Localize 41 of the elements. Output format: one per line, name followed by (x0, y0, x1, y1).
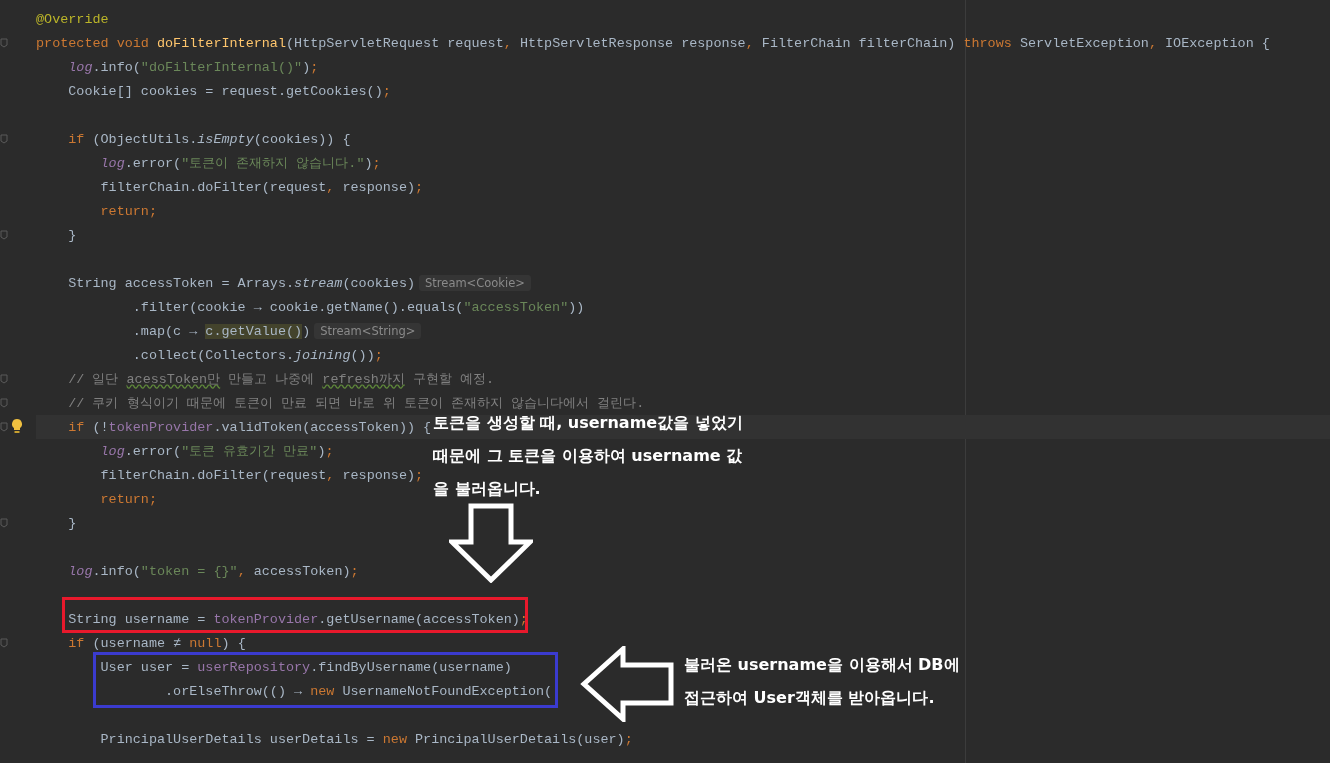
annotation-text: 접근하여 User객체를 받아옵니다. (684, 687, 935, 709)
inlay-hint: Stream<Cookie> (419, 275, 531, 291)
code-line: } (67, 227, 77, 243)
code-line: log.info("doFilterInternal()"); (67, 59, 319, 75)
annotation-text: 때문에 그 토큰을 이용하여 username 값 (433, 445, 743, 467)
code-line: protected void doFilterInternal(HttpServletRequest request, HttpServletResponse response, FilterChain filterChain) throws ServletException, IOException { (36, 35, 1270, 51)
code-line: return; (99, 203, 157, 219)
code-line: Cookie[] cookies = request.getCookies(); (67, 83, 391, 99)
code-line: log.error("토큰이 존재하지 않습니다."); (99, 155, 381, 172)
fold-marker-icon[interactable] (0, 518, 8, 528)
code-line: // 쿠키 형식이기 때문에 토큰이 만료 되면 바로 위 토큰이 존재하지 않습니다에서 걸린다. (67, 395, 645, 412)
fold-marker-icon[interactable] (0, 134, 8, 144)
code-line: PrincipalUserDetails userDetails = new PrincipalUserDetails(user); (99, 731, 633, 747)
code-line: filterChain.doFilter(request, response); (99, 467, 424, 483)
annotation-text: 토큰을 생성할 때, username값을 넣었기 (433, 412, 743, 434)
code-line: log.error("토큰 유효기간 만료"); (99, 443, 334, 460)
fold-marker-icon[interactable] (0, 230, 8, 240)
code-line: User user = userRepository.findByUsername(username) (99, 659, 512, 675)
lightbulb-icon[interactable] (11, 418, 23, 434)
code-line: .filter(cookie → cookie.getName().equals("accessToken")) (131, 299, 585, 315)
code-line: // 일단 acessToken만 만들고 나중에 refresh까지 구현할 예정. (67, 371, 494, 388)
code-line: return; (99, 491, 157, 507)
fold-marker-icon[interactable] (0, 374, 8, 384)
fold-marker-icon[interactable] (0, 398, 8, 408)
code-line: String accessToken = Arrays.stream(cookies) (67, 275, 415, 291)
code-line: String username = tokenProvider.getUsername(accessToken); (67, 611, 528, 627)
annotation-text: 을 불러옵니다. (433, 478, 541, 500)
annotation-text: 불러온 username을 이용해서 DB에 (684, 654, 960, 676)
code-line: log.info("token = {}", accessToken); (67, 563, 359, 579)
code-line: .orElseThrow(() → new UsernameNotFoundException( (164, 683, 553, 699)
fold-marker-icon[interactable] (0, 638, 8, 648)
code-line: if (ObjectUtils.isEmpty(cookies)) { (67, 131, 351, 147)
code-line: if (!tokenProvider.validToken(accessToken)) { (67, 419, 432, 435)
code-line: filterChain.doFilter(request, response); (99, 179, 424, 195)
code-line: @Override (36, 11, 109, 27)
code-line: .collect(Collectors.joining()); (131, 347, 383, 363)
code-line: } (67, 515, 77, 531)
inlay-hint: Stream<String> (314, 323, 422, 339)
fold-marker-icon[interactable] (0, 422, 8, 432)
code-line: if (username ≠ null) { (67, 635, 246, 651)
fold-marker-icon[interactable] (0, 38, 8, 48)
